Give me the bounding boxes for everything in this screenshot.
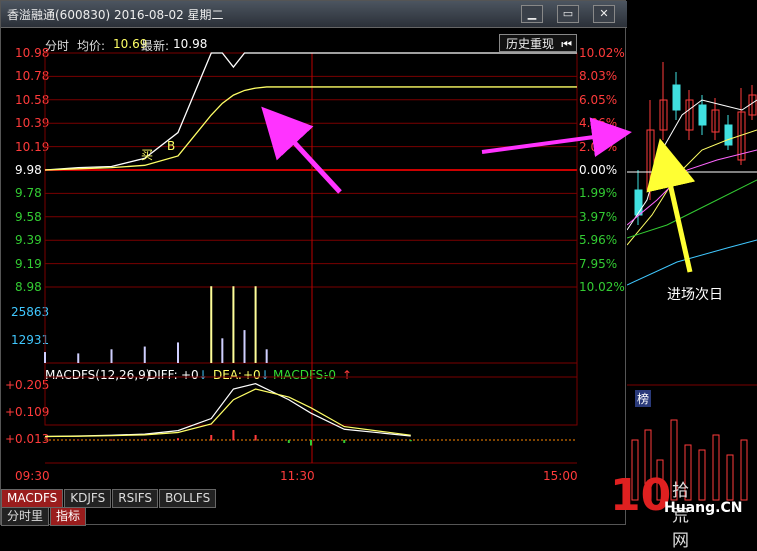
candle-body (634, 189, 643, 216)
volume-bar (243, 330, 246, 363)
rank-badge: 榜 (635, 390, 652, 407)
volume-bar (221, 338, 224, 363)
macd-histogram-bar (143, 439, 146, 441)
ma60-line (626, 239, 757, 286)
chart-frame (44, 52, 578, 426)
intraday-chart (44, 52, 578, 464)
price-line (44, 52, 577, 171)
volume-bar (232, 286, 235, 363)
candle-body (724, 124, 733, 146)
watermark-number: 10 (610, 470, 672, 521)
volume-candle (712, 434, 720, 501)
candle-body (672, 84, 681, 111)
stock-window: 香溢融通(600830) 2016-08-02 星期二 ▁ ▭ ✕ 分时 均价:… (0, 0, 627, 526)
volume-bar (143, 346, 146, 363)
entry-next-day-label: 进场次日 (667, 287, 723, 303)
macd-histogram-bar (77, 439, 80, 441)
macd-histogram-bar (210, 435, 213, 441)
kline-panel: 进场次日 榜 (626, 0, 757, 525)
buy-annotation: 买 (141, 148, 154, 162)
indicator-tabs: MACDFS KDJFS RSIFS BOLLFS (1, 487, 217, 508)
tab-indicator[interactable]: 指标 (50, 507, 87, 526)
tab-bollfs[interactable]: BOLLFS (159, 489, 217, 508)
macd-histogram-bar (44, 440, 46, 441)
kline-chart (626, 62, 757, 501)
watermark-bottom: Huang.CN (664, 500, 743, 516)
volume-bar (265, 349, 268, 363)
volume-candle (740, 439, 748, 501)
macd-histogram-bar (177, 438, 179, 441)
volume-bar (44, 352, 46, 363)
volume-bar (110, 349, 113, 363)
volume-candle (726, 454, 734, 501)
macd-histogram-bar (110, 439, 113, 441)
macd-histogram-bar (343, 440, 346, 443)
macd-histogram-bar (287, 440, 290, 443)
macd-histogram-bar (254, 435, 257, 441)
volume-bar (254, 286, 257, 363)
macd-histogram-bar (232, 430, 235, 441)
view-tabs: 分时里 指标 (1, 505, 87, 526)
b-annotation: B (167, 139, 176, 153)
volume-bar (177, 342, 179, 363)
macd-histogram-bar (310, 440, 312, 446)
volume-candle (698, 449, 706, 501)
candle-body (698, 104, 707, 126)
volume-bar (77, 353, 80, 363)
tab-rsifs[interactable]: RSIFS (112, 489, 159, 508)
volume-bar (210, 286, 213, 363)
tab-fenshi[interactable]: 分时里 (1, 507, 50, 526)
macd-histogram-bar (409, 440, 412, 442)
